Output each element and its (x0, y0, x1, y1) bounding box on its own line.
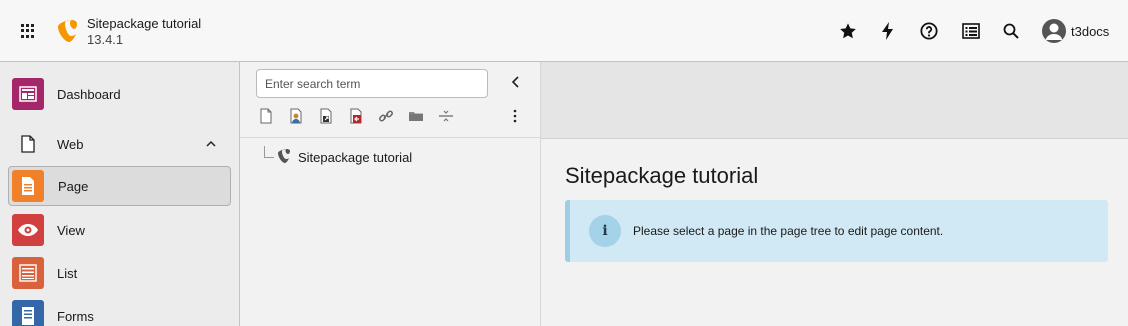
typo3-logo-icon[interactable] (54, 18, 78, 44)
module-list-label: List (57, 265, 78, 281)
view-eye-icon (12, 214, 44, 246)
tree-search-input[interactable] (256, 69, 488, 98)
username[interactable]: t3docs (1071, 24, 1109, 39)
list-module-icon (12, 257, 44, 289)
more-icon[interactable] (507, 108, 523, 124)
star-icon[interactable] (837, 20, 859, 42)
search-icon[interactable] (1000, 20, 1022, 42)
dashboard-icon (12, 78, 44, 110)
folder-icon[interactable] (408, 108, 424, 124)
module-group-web[interactable]: Web (8, 124, 231, 164)
module-list[interactable]: List (8, 253, 231, 293)
site-version: 13.4.1 (87, 32, 124, 47)
module-forms[interactable]: Forms (8, 296, 231, 326)
list-icon[interactable] (960, 20, 982, 42)
user-avatar-icon[interactable] (1042, 19, 1066, 43)
app-grid-icon[interactable] (16, 20, 38, 42)
tree-root-label: Sitepackage tutorial (298, 150, 413, 165)
module-page[interactable]: Page (8, 166, 231, 206)
external-link-page-icon[interactable] (348, 108, 364, 124)
typo3-site-icon (278, 149, 290, 163)
web-page-icon (12, 128, 44, 160)
module-dashboard-label: Dashboard (57, 86, 121, 102)
page-tree-toolbar (240, 62, 540, 138)
module-view-label: View (57, 222, 85, 238)
forms-icon (12, 300, 44, 326)
module-dashboard[interactable]: Dashboard (8, 74, 231, 114)
lightning-icon[interactable] (877, 20, 899, 42)
top-bar: Sitepackage tutorial 13.4.1 t3docs (0, 0, 1128, 62)
module-menu: Dashboard Web Page View List Forms (0, 62, 240, 326)
backend-user-page-icon[interactable] (288, 108, 304, 124)
new-page-icon[interactable] (258, 108, 274, 124)
module-view[interactable]: View (8, 210, 231, 250)
content-docheader (541, 62, 1128, 139)
info-callout: i Please select a page in the page tree … (565, 200, 1108, 262)
site-title[interactable]: Sitepackage tutorial (87, 16, 201, 31)
module-forms-label: Forms (57, 308, 94, 324)
info-message: Please select a page in the page tree to… (633, 224, 944, 238)
content-area: Sitepackage tutorial i Please select a p… (541, 139, 1128, 326)
page-title: Sitepackage tutorial (565, 163, 759, 188)
page-module-icon (12, 170, 44, 202)
module-web-label: Web (57, 136, 84, 152)
shortcut-page-icon[interactable] (318, 108, 334, 124)
info-icon: i (589, 215, 621, 247)
page-tree-panel: Sitepackage tutorial (240, 62, 541, 326)
link-icon[interactable] (378, 108, 394, 124)
separator-icon[interactable] (438, 108, 454, 124)
tree-connector (264, 146, 274, 158)
chevron-up-icon[interactable] (205, 138, 217, 150)
module-page-label: Page (58, 178, 89, 194)
help-icon[interactable] (918, 20, 940, 42)
collapse-tree-chevron-icon[interactable] (508, 74, 524, 90)
